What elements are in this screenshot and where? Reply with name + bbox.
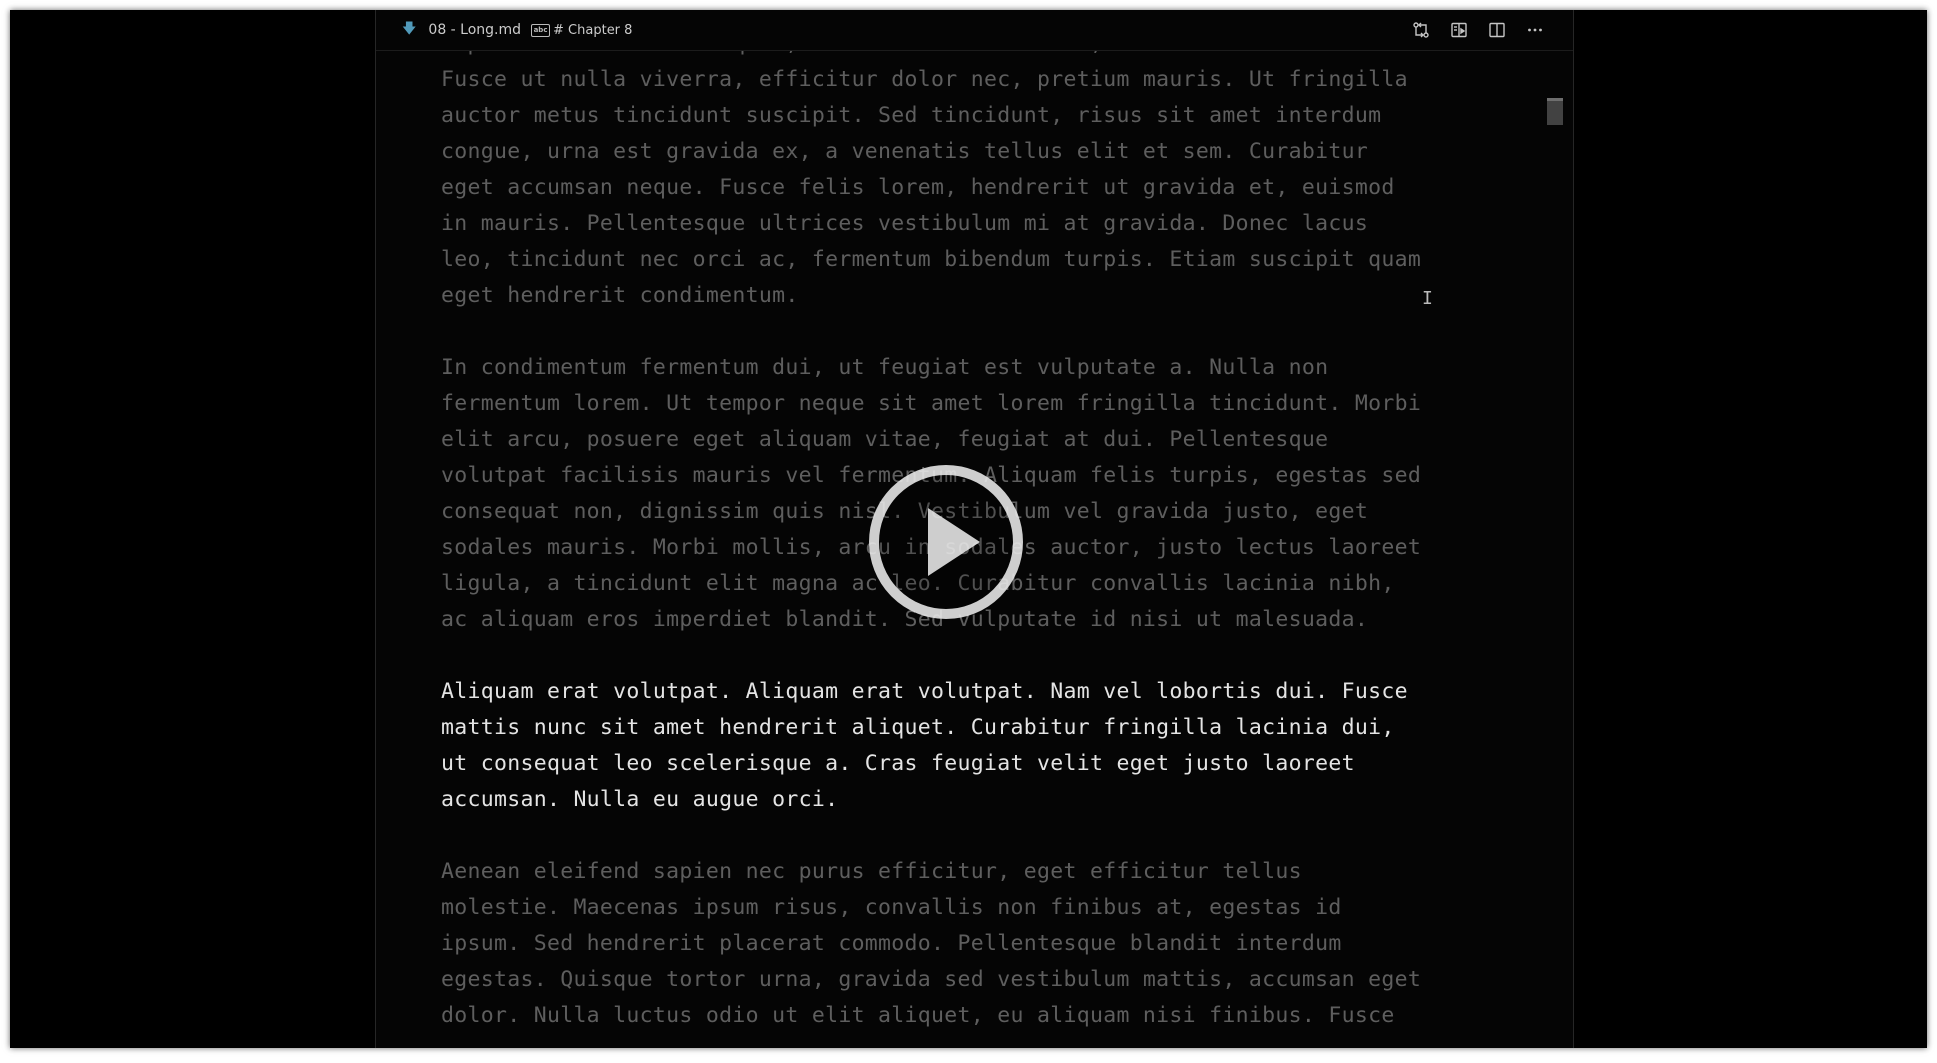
text-line[interactable]: leo, tincidunt nec orci ac, fermentum bi…	[441, 242, 1541, 278]
text-line[interactable]: Aliquam erat volutpat. Aliquam erat volu…	[441, 674, 1541, 710]
split-editor-icon[interactable]	[1487, 20, 1507, 40]
text-line[interactable]: congue, urna est gravida ex, a venenatis…	[441, 134, 1541, 170]
editor-actions	[1411, 20, 1573, 40]
text-line[interactable]: in mauris. Pellentesque ultrices vestibu…	[441, 206, 1541, 242]
text-line[interactable]: elit arcu, posuere eget aliquam vitae, f…	[441, 422, 1541, 458]
markdown-icon: 🡇	[402, 21, 417, 37]
text-line[interactable]: Fusce ut nulla viverra, efficitur dolor …	[441, 62, 1541, 98]
text-line[interactable]: ut consequat leo scelerisque a. Cras feu…	[441, 746, 1541, 782]
text-line[interactable]: mattis nunc sit amet hendrerit aliquet. …	[441, 710, 1541, 746]
vertical-scrollbar[interactable]	[1547, 98, 1563, 125]
text-line[interactable]: ipsum. Sed hendrerit placerat commodo. P…	[441, 926, 1541, 962]
text-cursor-icon: I	[1422, 288, 1433, 309]
text-line[interactable]: In condimentum fermentum dui, ut feugiat…	[441, 350, 1541, 386]
heading-symbol-icon: abc	[531, 23, 551, 37]
text-line[interactable]: eget accumsan neque. Fusce felis lorem, …	[441, 170, 1541, 206]
paragraph[interactable]: Aenean eleifend sapien nec purus efficit…	[441, 854, 1541, 1034]
text-line[interactable]: imperdiet. Cras dolor quam, rhoncus ut f…	[441, 50, 1541, 62]
text-line[interactable]: dolor. Nulla luctus odio ut elit aliquet…	[441, 998, 1541, 1034]
breadcrumb-heading[interactable]: # Chapter 8	[553, 23, 632, 38]
text-line[interactable]: eget hendrerit condimentum.	[441, 278, 1541, 314]
text-line[interactable]: accumsan. Nulla eu augue orci.	[441, 782, 1541, 818]
text-line[interactable]: molestie. Maecenas ipsum risus, convalli…	[441, 890, 1541, 926]
breadcrumb-file[interactable]: 08 - Long.md	[428, 22, 521, 38]
more-actions-icon[interactable]	[1525, 20, 1545, 40]
play-icon[interactable]	[866, 462, 1026, 622]
editor-window: 🡇 08 - Long.md abc # Chapter 8 Fusce ut …	[10, 10, 1927, 1048]
breadcrumb: 🡇 08 - Long.md abc # Chapter 8	[376, 18, 632, 42]
text-line[interactable]: Aenean eleifend sapien nec purus efficit…	[441, 854, 1541, 890]
open-changes-icon[interactable]	[1411, 20, 1431, 40]
open-preview-to-side-icon[interactable]	[1449, 20, 1469, 40]
breadcrumb-bar: 🡇 08 - Long.md abc # Chapter 8	[376, 10, 1573, 51]
text-line[interactable]: egestas. Quisque tortor urna, gravida se…	[441, 962, 1541, 998]
text-line[interactable]: fermentum lorem. Ut tempor neque sit ame…	[441, 386, 1541, 422]
text-line[interactable]: auctor metus tincidunt suscipit. Sed tin…	[441, 98, 1541, 134]
active-paragraph[interactable]: Aliquam erat volutpat. Aliquam erat volu…	[441, 674, 1541, 818]
paragraph[interactable]: imperdiet. Cras dolor quam, rhoncus ut f…	[441, 50, 1541, 314]
